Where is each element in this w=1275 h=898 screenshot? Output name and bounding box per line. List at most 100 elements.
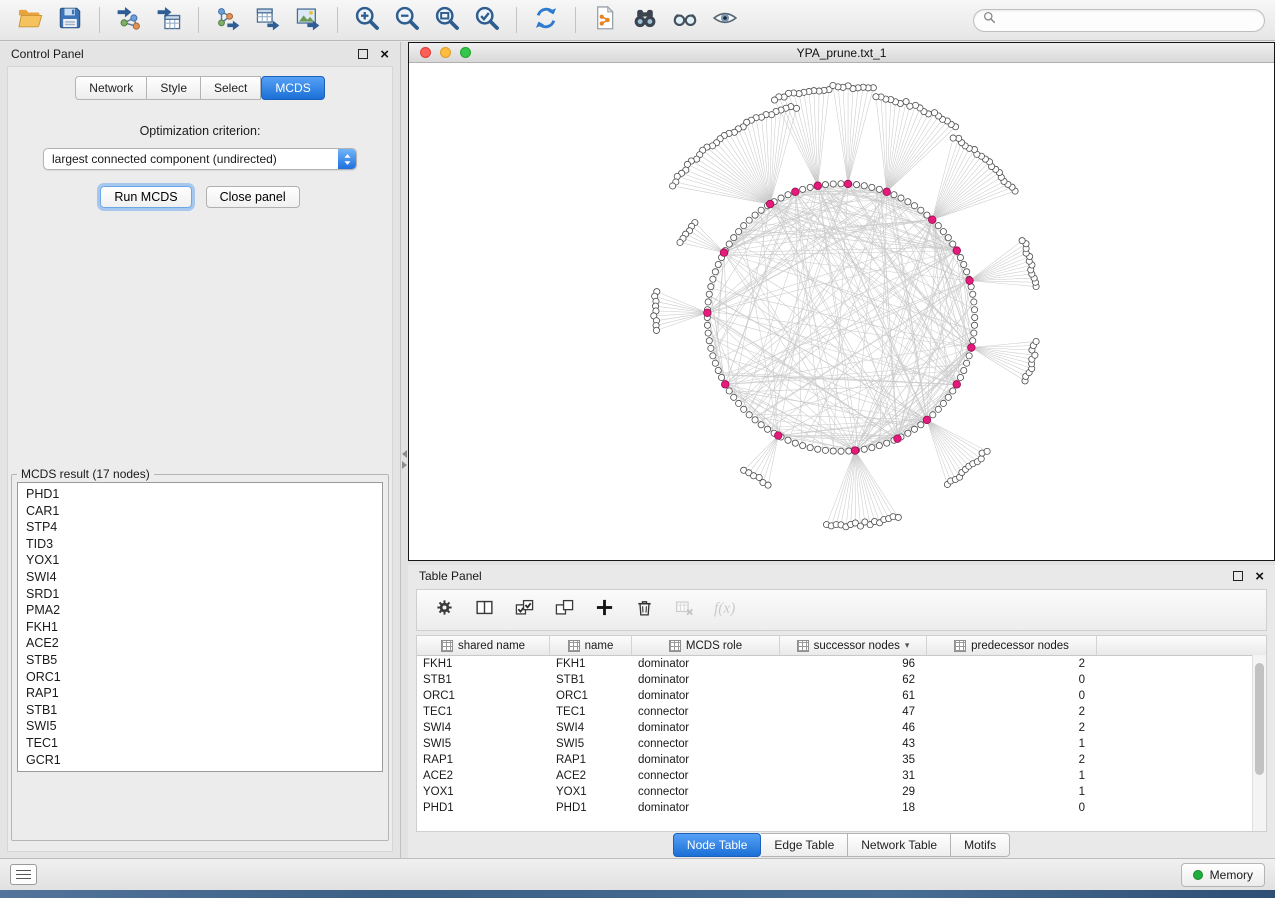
float-panel-icon[interactable] [358, 49, 368, 59]
table-panel-header: Table Panel × [408, 565, 1275, 587]
table-row[interactable]: STB1STB1dominator620 [417, 672, 1266, 688]
show-glasses-button[interactable] [665, 4, 705, 36]
table-row[interactable]: RAP1RAP1dominator352 [417, 752, 1266, 768]
float-table-panel-icon[interactable] [1233, 571, 1243, 581]
table-row[interactable]: SWI5SWI5connector431 [417, 736, 1266, 752]
mcds-result-item[interactable]: TEC1 [18, 735, 382, 752]
mcds-result-item[interactable]: SWI5 [18, 718, 382, 735]
cell: 47 [780, 706, 927, 718]
control-panel-title: Control Panel [11, 47, 84, 61]
mcds-result-item[interactable]: PHD1 [18, 486, 382, 503]
select-all-button[interactable] [509, 595, 539, 625]
splitter-handle-icon[interactable] [402, 450, 407, 469]
save-session-button[interactable] [50, 4, 90, 36]
import-network-button[interactable] [109, 4, 149, 36]
mcds-result-item[interactable]: TID3 [18, 536, 382, 553]
doc-share-icon [592, 5, 618, 36]
cell: connector [632, 770, 780, 782]
cell: 1 [927, 786, 1097, 798]
export-table-button[interactable] [248, 4, 288, 36]
mcds-panel: Network Style Select MCDS Optimization c… [7, 66, 393, 852]
tab-motifs[interactable]: Motifs [951, 833, 1010, 857]
column-header-successor-nodes[interactable]: successor nodes▾ [780, 636, 927, 655]
mcds-result-item[interactable]: STB5 [18, 652, 382, 669]
vertical-splitter[interactable] [401, 42, 408, 858]
optimization-criterion-select[interactable]: largest connected component (undirected) [43, 148, 357, 170]
tab-mcds[interactable]: MCDS [261, 76, 324, 100]
mcds-result-item[interactable]: RAP1 [18, 685, 382, 702]
zoom-fit-button[interactable] [427, 4, 467, 36]
cell: SWI4 [550, 722, 632, 734]
network-canvas[interactable] [409, 63, 1274, 560]
column-header-MCDS-role[interactable]: MCDS role [632, 636, 780, 655]
tab-network-table[interactable]: Network Table [848, 833, 951, 857]
memory-button[interactable]: Memory [1181, 863, 1265, 887]
export-image-button[interactable] [288, 4, 328, 36]
show-all-button[interactable] [705, 4, 745, 36]
plus-icon [595, 598, 614, 622]
add-column-button[interactable] [589, 595, 619, 625]
table-row[interactable]: ORC1ORC1dominator610 [417, 688, 1266, 704]
mcds-result-item[interactable]: PMA2 [18, 602, 382, 619]
find-button[interactable] [625, 4, 665, 36]
refresh-network-button[interactable] [526, 4, 566, 36]
table-row[interactable]: YOX1YOX1connector291 [417, 784, 1266, 800]
mcds-result-item[interactable]: CAR1 [18, 503, 382, 520]
mcds-result-item[interactable]: ORC1 [18, 669, 382, 686]
mcds-result-item[interactable]: ACE2 [18, 635, 382, 652]
cell: connector [632, 738, 780, 750]
tab-node-table[interactable]: Node Table [673, 833, 762, 857]
mcds-result-item[interactable]: STB1 [18, 702, 382, 719]
column-header-name[interactable]: name [550, 636, 632, 655]
task-list-button[interactable] [10, 864, 37, 885]
mcds-result-item[interactable]: SWI4 [18, 569, 382, 586]
refresh-icon [533, 5, 559, 36]
toggle-columns-button[interactable] [469, 595, 499, 625]
tab-edge-table[interactable]: Edge Table [761, 833, 848, 857]
cell: ACE2 [417, 770, 550, 782]
tab-select[interactable]: Select [201, 76, 261, 100]
close-panel-icon[interactable]: × [380, 47, 389, 62]
mcds-result-item[interactable]: GCR1 [18, 752, 382, 769]
cell: 2 [927, 706, 1097, 718]
close-mcds-panel-button[interactable]: Close panel [206, 186, 300, 208]
run-mcds-button[interactable]: Run MCDS [100, 186, 191, 208]
table-row[interactable]: ACE2ACE2connector311 [417, 768, 1266, 784]
close-window-icon[interactable] [420, 47, 431, 58]
delete-column-button[interactable] [629, 595, 659, 625]
table-x-icon [675, 598, 694, 622]
column-header-predecessor-nodes[interactable]: predecessor nodes [927, 636, 1097, 655]
close-table-panel-icon[interactable]: × [1255, 569, 1264, 584]
zoom-out-button[interactable] [387, 4, 427, 36]
zoom-in-icon [354, 5, 380, 36]
clone-network-button[interactable] [585, 4, 625, 36]
table-row[interactable]: FKH1FKH1dominator962 [417, 656, 1266, 672]
zoom-selected-button[interactable] [467, 4, 507, 36]
table-scrollbar[interactable] [1252, 655, 1266, 831]
mcds-result-item[interactable]: STP4 [18, 519, 382, 536]
table-row[interactable]: PHD1PHD1dominator180 [417, 800, 1266, 816]
open-session-button[interactable] [10, 4, 50, 36]
mcds-result-item[interactable]: FKH1 [18, 619, 382, 636]
import-table-button[interactable] [149, 4, 189, 36]
zoom-in-button[interactable] [347, 4, 387, 36]
table-row[interactable]: TEC1TEC1connector472 [417, 704, 1266, 720]
cell: SWI5 [417, 738, 550, 750]
minimize-window-icon[interactable] [440, 47, 451, 58]
mcds-result-item[interactable]: YOX1 [18, 552, 382, 569]
mcds-result-item[interactable]: SRD1 [18, 586, 382, 603]
export-network-button[interactable] [208, 4, 248, 36]
table-row[interactable]: SWI4SWI4dominator462 [417, 720, 1266, 736]
tab-network[interactable]: Network [75, 76, 147, 100]
tab-style[interactable]: Style [147, 76, 201, 100]
import-table-icon [156, 5, 182, 36]
maximize-window-icon[interactable] [460, 47, 471, 58]
search-input[interactable] [1002, 12, 1255, 28]
search-box[interactable] [973, 9, 1265, 32]
deselect-all-button[interactable] [549, 595, 579, 625]
scrollbar-thumb[interactable] [1255, 663, 1264, 775]
mcds-result-list[interactable]: PHD1CAR1STP4TID3YOX1SWI4SRD1PMA2FKH1ACE2… [17, 482, 383, 772]
optimization-criterion-label: Optimization criterion: [140, 124, 261, 138]
column-settings-button[interactable] [429, 595, 459, 625]
column-header-shared-name[interactable]: shared name [417, 636, 550, 655]
